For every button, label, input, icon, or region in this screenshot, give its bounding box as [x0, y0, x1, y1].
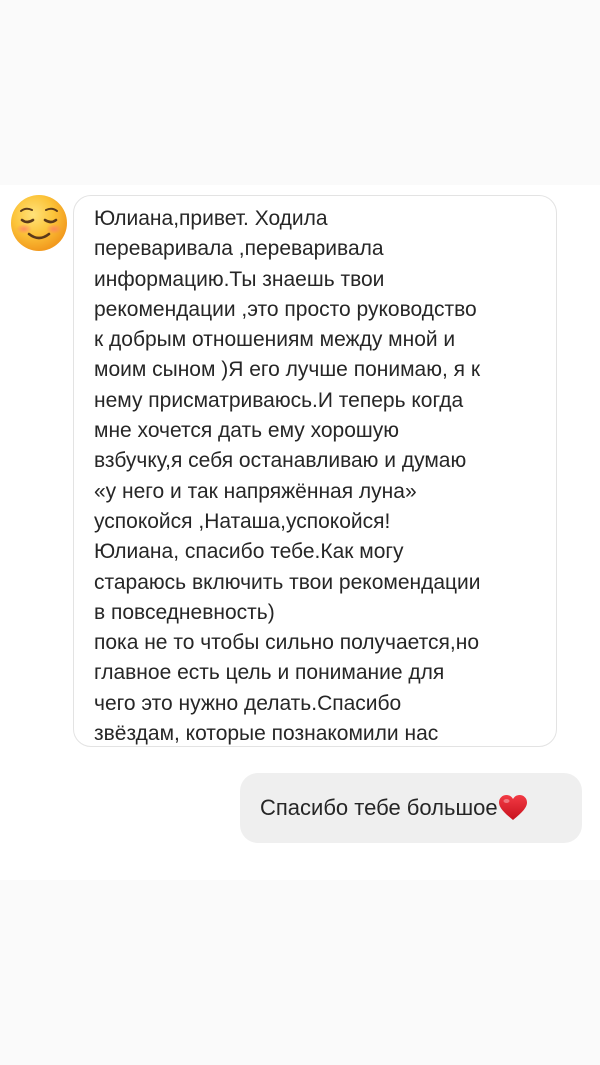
red-heart-icon — [498, 795, 527, 821]
incoming-message-text: Юлиана,привет. Ходила переваривала ,пере… — [94, 207, 481, 746]
top-blank-area — [0, 0, 600, 185]
bottom-blank-area — [0, 880, 600, 1065]
incoming-message-bubble[interactable]: Юлиана,привет. Ходила переваривала ,пере… — [73, 195, 557, 747]
smiling-face-emoji-icon — [9, 193, 69, 253]
outgoing-message-bubble[interactable]: Спасибо тебе большое — [240, 773, 582, 843]
outgoing-message-text: Спасибо тебе большое — [260, 795, 498, 820]
